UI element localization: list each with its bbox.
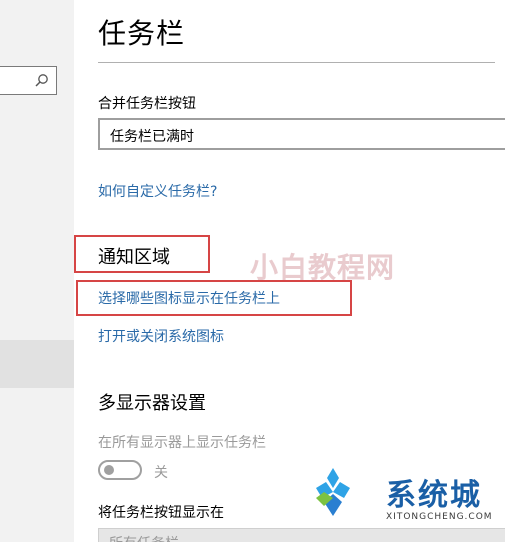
navigation-pane (0, 0, 74, 542)
show-buttons-on-value: 所有任务栏 (109, 533, 179, 542)
combine-buttons-dropdown[interactable]: 任务栏已满时 (98, 118, 505, 150)
show-buttons-on-dropdown[interactable]: 所有任务栏 (98, 528, 505, 542)
watermark-brand: 系统城 (386, 478, 482, 513)
nav-selected-item[interactable] (0, 340, 74, 388)
toggle-knob (104, 465, 114, 475)
combine-buttons-value: 任务栏已满时 (110, 129, 194, 145)
show-buttons-on-label: 将任务栏按钮显示在 (98, 505, 224, 521)
customize-taskbar-link[interactable]: 如何自定义任务栏? (98, 181, 217, 201)
search-icon (35, 74, 48, 87)
system-icons-link[interactable]: 打开或关闭系统图标 (98, 326, 224, 346)
annotation-box-choose-icons (76, 280, 352, 316)
multiple-displays-heading: 多显示器设置 (98, 393, 206, 414)
page-title: 任务栏 (98, 17, 186, 50)
toggle-state-label: 关 (154, 465, 168, 481)
watermark-domain: XITONGCHENG.COM (386, 512, 493, 522)
search-input[interactable] (0, 66, 57, 95)
title-divider (98, 62, 495, 63)
show-on-all-displays-label: 在所有显示器上显示任务栏 (98, 435, 266, 451)
show-on-all-displays-toggle[interactable] (98, 460, 142, 480)
brand-logo-icon (316, 468, 350, 516)
annotation-box-notification-area (74, 235, 210, 273)
combine-buttons-label: 合并任务栏按钮 (98, 96, 196, 112)
